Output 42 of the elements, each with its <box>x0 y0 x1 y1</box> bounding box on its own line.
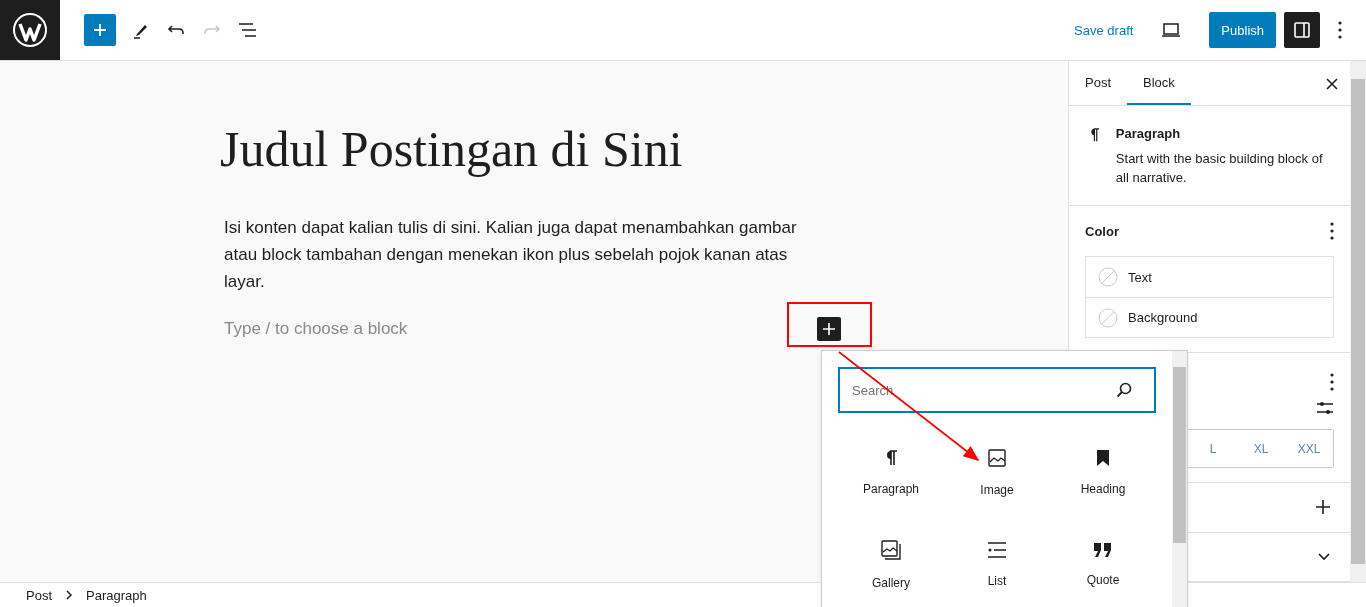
empty-swatch-icon <box>1098 307 1118 328</box>
more-options-icon[interactable] <box>1330 373 1334 392</box>
gallery-icon <box>881 540 901 560</box>
section-title: Color <box>1085 223 1119 239</box>
sidebar-tab[interactable]: Block <box>1127 61 1191 106</box>
sidebar-panel-icon <box>1292 20 1312 40</box>
more-options-icon[interactable] <box>1330 222 1334 241</box>
bookmark-icon <box>1096 450 1110 466</box>
settings-button[interactable] <box>1284 12 1320 48</box>
post-title[interactable]: Judul Postingan di Sini <box>220 117 820 182</box>
chevron-right-icon <box>66 590 72 600</box>
block-description: Start with the basic building block of all narrative. <box>1115 150 1324 188</box>
block-type-item[interactable]: List <box>944 519 1050 607</box>
chevron-down-icon[interactable] <box>1318 552 1330 561</box>
block-type-item[interactable]: Paragraph <box>838 427 944 519</box>
breadcrumb-link[interactable]: Post <box>26 587 52 603</box>
list-icon <box>988 542 1006 558</box>
block-title: Paragraph <box>1115 126 1182 142</box>
block-type-item[interactable]: Heading <box>1050 427 1156 519</box>
sliders-icon[interactable] <box>1316 401 1334 416</box>
publish-button[interactable]: Publish <box>1209 12 1276 48</box>
more-options-icon[interactable] <box>1338 21 1342 39</box>
quote-icon <box>1094 543 1112 557</box>
scrollbar[interactable] <box>1172 351 1187 607</box>
block-type-item[interactable]: Gallery <box>838 519 944 607</box>
plus-icon[interactable] <box>1316 500 1330 515</box>
wordpress-logo[interactable] <box>0 0 60 60</box>
scrollbar[interactable] <box>1350 61 1366 582</box>
sidebar-tab[interactable]: Post <box>1069 61 1127 106</box>
block-type-item[interactable]: Quote <box>1050 519 1156 607</box>
close-icon[interactable] <box>1326 78 1338 90</box>
plus-icon <box>92 22 108 38</box>
breadcrumb-link[interactable]: Paragraph <box>86 587 147 603</box>
pilcrow-icon <box>884 450 898 466</box>
block-type-item[interactable]: Image <box>944 427 1050 519</box>
add-block-button[interactable] <box>817 317 841 341</box>
plus-icon <box>823 323 835 335</box>
search-icon[interactable] <box>1116 382 1132 398</box>
empty-swatch-icon <box>1098 267 1118 288</box>
paragraph-text[interactable]: Isi konten dapat kalian tulis di sini. Kalian juga dapat menambahkan gambar atau block tambahan dengan menekan ikon plus sebelah pojok kanan atas layar. <box>224 214 820 295</box>
image-icon <box>988 449 1006 467</box>
save-draft-link[interactable]: Save draft <box>1074 22 1134 38</box>
